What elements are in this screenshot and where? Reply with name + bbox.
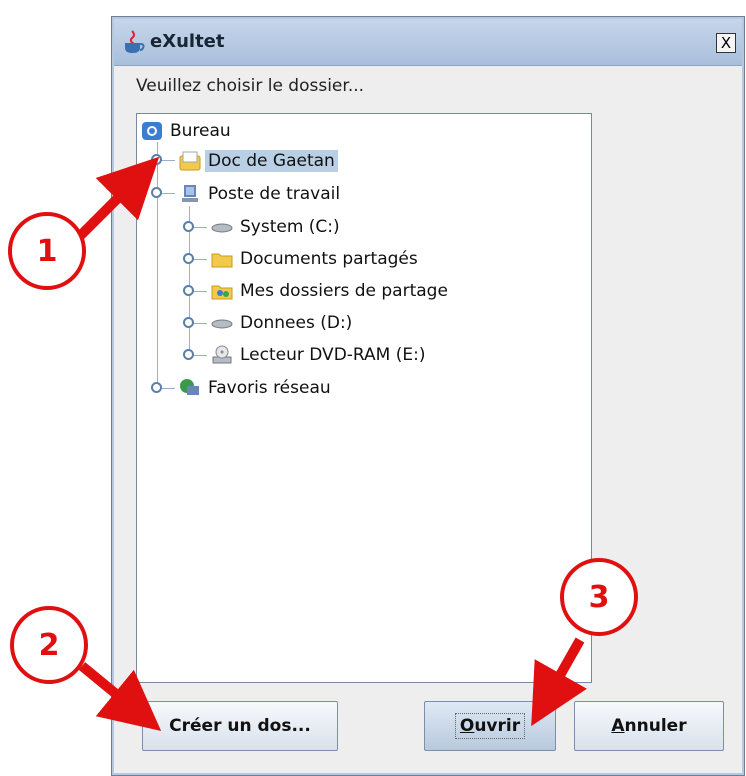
annotation-arrows: [76, 156, 587, 732]
callout-1: 1: [8, 212, 86, 290]
callout-3: 3: [560, 558, 638, 636]
callout-2: 2: [10, 606, 88, 684]
arrow-3-icon: [531, 637, 587, 727]
arrow-2-icon: [78, 662, 162, 732]
arrow-1-icon: [76, 156, 160, 240]
